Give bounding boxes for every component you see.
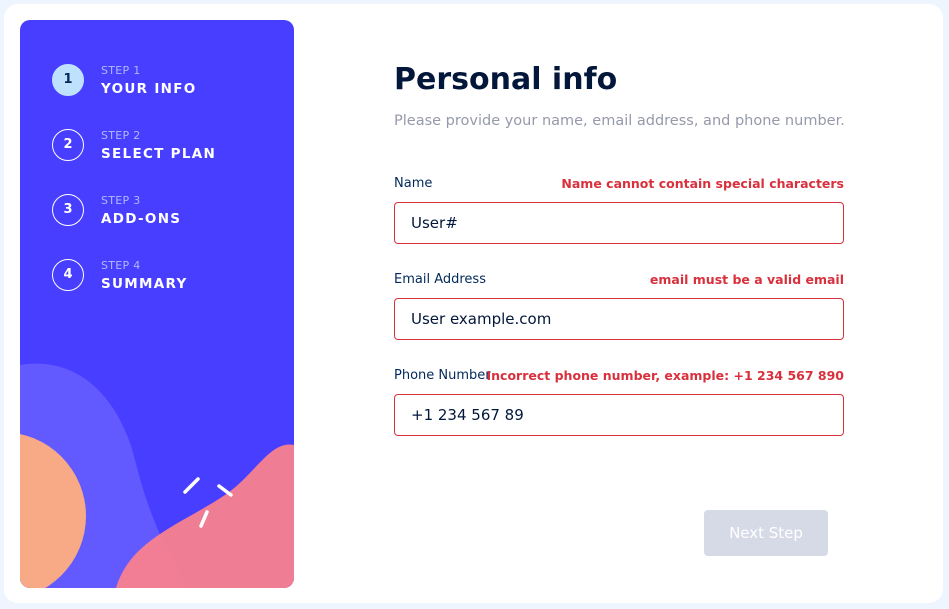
page-title: Personal info [394, 62, 618, 97]
name-label: Name [394, 176, 433, 191]
step-caption: STEP 2 [101, 129, 141, 142]
step-number-badge: 3 [52, 194, 84, 226]
step-title: YOUR INFO [101, 81, 197, 97]
phone-input[interactable] [394, 394, 844, 436]
next-step-button[interactable]: Next Step [704, 510, 828, 556]
sidebar-background-art [20, 363, 294, 588]
phone-label: Phone Number [394, 368, 491, 383]
form-card: 1 STEP 1 YOUR INFO 2 STEP 2 SELECT PLAN … [4, 4, 943, 603]
step-number-badge: 4 [52, 259, 84, 291]
step-title: SUMMARY [101, 276, 188, 292]
step-add-ons[interactable]: 3 STEP 3 ADD-ONS [52, 194, 272, 228]
step-your-info[interactable]: 1 STEP 1 YOUR INFO [52, 64, 272, 98]
step-title: SELECT PLAN [101, 146, 217, 162]
step-summary[interactable]: 4 STEP 4 SUMMARY [52, 259, 272, 293]
email-input[interactable] [394, 298, 844, 340]
step-number-badge: 2 [52, 129, 84, 161]
step-select-plan[interactable]: 2 STEP 2 SELECT PLAN [52, 129, 272, 163]
step-title: ADD-ONS [101, 211, 182, 227]
name-input[interactable] [394, 202, 844, 244]
step-caption: STEP 3 [101, 194, 141, 207]
step-number-badge: 1 [52, 64, 84, 96]
page-subtitle: Please provide your name, email address,… [394, 113, 845, 129]
email-label: Email Address [394, 272, 486, 287]
email-error-message: email must be a valid email [649, 272, 844, 287]
name-error-message: Name cannot contain special characters [561, 176, 844, 191]
step-caption: STEP 4 [101, 259, 141, 272]
phone-error-message: Incorrect phone number, example: +1 234 … [486, 368, 845, 383]
step-caption: STEP 1 [101, 64, 141, 77]
steps-sidebar: 1 STEP 1 YOUR INFO 2 STEP 2 SELECT PLAN … [20, 20, 294, 588]
